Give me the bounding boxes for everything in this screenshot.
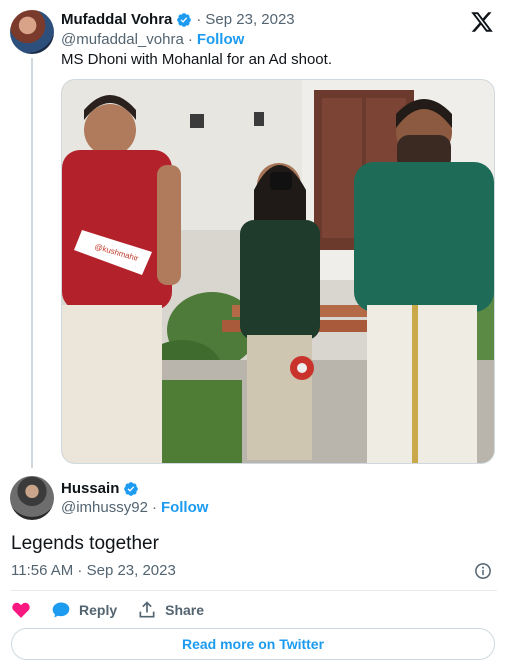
parent-handle-row: @mufaddal_vohra · Follow	[61, 31, 244, 48]
reply-author-name[interactable]: Hussain	[61, 480, 119, 497]
share-upload-icon	[139, 601, 155, 618]
parent-tweet-text: MS Dhoni with Mohanlal for an Ad shoot.	[61, 51, 332, 68]
parent-tweet-date[interactable]: Sep 23, 2023	[205, 11, 294, 28]
verified-badge-icon	[177, 12, 192, 27]
speech-bubble-icon	[52, 602, 70, 618]
reply-author-handle[interactable]: @imhussy92	[61, 499, 148, 516]
reply-handle-row: @imhussy92 · Follow	[61, 499, 208, 516]
actions-divider	[11, 590, 497, 591]
handle-separator: ·	[151, 499, 157, 516]
share-button[interactable]: Share	[137, 600, 204, 620]
tweet-embed-card: Mufaddal Vohra · Sep 23, 2023 @mufaddal_…	[0, 0, 508, 670]
parent-author-handle[interactable]: @mufaddal_vohra	[61, 31, 184, 48]
share-label: Share	[165, 602, 205, 618]
like-button[interactable]	[11, 600, 31, 620]
reply-label: Reply	[79, 602, 118, 618]
x-logo-icon[interactable]	[470, 10, 494, 34]
reply-author-avatar[interactable]	[10, 476, 54, 520]
reply-timestamp[interactable]: 11:56 AM · Sep 23, 2023	[11, 562, 176, 579]
verified-badge-icon	[124, 481, 139, 496]
photo-scene	[62, 80, 494, 463]
handle-separator: ·	[187, 31, 193, 48]
parent-follow-button[interactable]: Follow	[197, 31, 245, 48]
parent-author-avatar[interactable]	[10, 10, 54, 54]
thread-connector-line	[31, 58, 33, 468]
reply-button[interactable]: Reply	[51, 600, 117, 620]
header-separator: ·	[196, 11, 202, 28]
heart-icon	[12, 602, 30, 618]
reply-follow-button[interactable]: Follow	[161, 499, 209, 516]
tweet-actions-bar: Reply Share	[11, 598, 204, 622]
parent-author-name[interactable]: Mufaddal Vohra	[61, 11, 172, 28]
read-more-button[interactable]: Read more on Twitter	[11, 628, 495, 660]
info-icon[interactable]	[474, 562, 492, 580]
reply-tweet-header: Hussain	[61, 480, 139, 497]
parent-tweet-header: Mufaddal Vohra · Sep 23, 2023	[61, 11, 295, 28]
reply-tweet-text: Legends together	[11, 533, 159, 554]
tweet-photo[interactable]: @kushmahir	[61, 79, 495, 464]
